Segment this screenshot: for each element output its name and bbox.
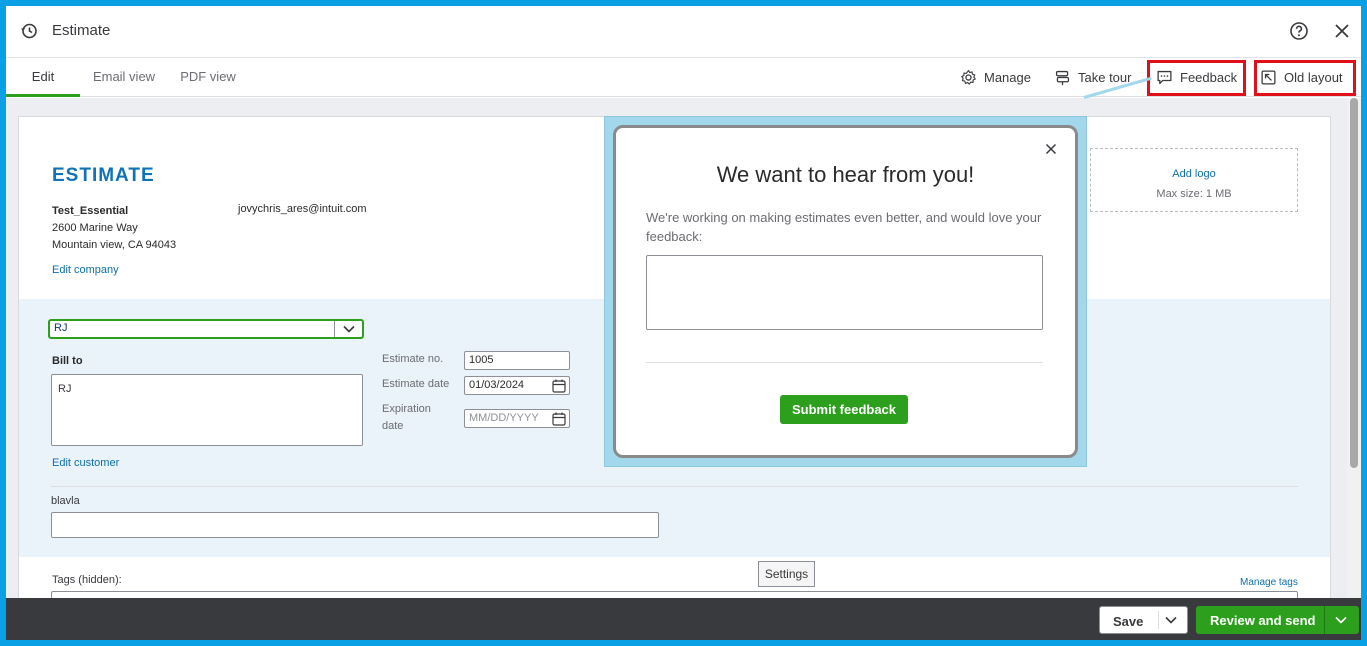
vertical-scrollbar[interactable] xyxy=(1347,98,1361,598)
estimate-no-input[interactable]: 1005 xyxy=(464,351,570,370)
tab-email-view[interactable]: Email view xyxy=(86,58,162,97)
tab-bar: Edit Email view PDF view Manage Take tou… xyxy=(6,58,1361,97)
close-icon[interactable] xyxy=(1045,143,1057,155)
save-label: Save xyxy=(1113,614,1144,629)
calendar-icon[interactable] xyxy=(552,379,566,393)
scrollbar-thumb[interactable] xyxy=(1350,98,1358,468)
company-address-line2: Mountain view, CA 94043 xyxy=(52,239,177,251)
take-tour-button[interactable]: Take tour xyxy=(1054,58,1131,97)
tab-edit[interactable]: Edit xyxy=(6,58,80,97)
company-address-line1: 2600 Marine Way xyxy=(52,222,138,234)
popover-divider xyxy=(646,362,1043,363)
company-email: jovychris_ares@intuit.com xyxy=(238,203,367,215)
signpost-icon xyxy=(1055,70,1070,86)
calendar-icon[interactable] xyxy=(552,412,566,426)
estimate-window: Estimate Edit Email view PDF view Manage xyxy=(6,6,1361,640)
submit-feedback-button[interactable]: Submit feedback xyxy=(780,395,908,424)
estimate-no-label: Estimate no. xyxy=(382,353,444,365)
feedback-highlight-box xyxy=(1147,60,1246,96)
tab-pdf-view[interactable]: PDF view xyxy=(176,58,240,97)
add-logo-box[interactable]: Add logo Max size: 1 MB xyxy=(1090,148,1298,212)
custom-field-input[interactable] xyxy=(51,512,659,538)
select-divider xyxy=(334,321,335,337)
chevron-down-icon[interactable] xyxy=(342,323,356,335)
settings-tooltip: Settings xyxy=(758,561,815,587)
footer-bar: Save Review and send xyxy=(6,598,1361,640)
expiration-label-line2: date xyxy=(382,420,404,432)
manage-label: Manage xyxy=(984,70,1031,85)
history-icon[interactable] xyxy=(20,22,38,40)
company-info: Test_Essential 2600 Marine Way Mountain … xyxy=(52,203,176,254)
customer-select-value: RJ xyxy=(54,322,68,334)
old-layout-highlight-box xyxy=(1254,60,1356,96)
popover-title: We want to hear from you! xyxy=(716,162,975,187)
feedback-popover-frame: We want to hear from you! We're working … xyxy=(604,116,1087,467)
manage-tags-link[interactable]: Manage tags xyxy=(1240,577,1298,588)
title-bar: Estimate xyxy=(6,6,1361,58)
feedback-textarea[interactable] xyxy=(646,255,1043,330)
estimate-date-value: 01/03/2024 xyxy=(469,379,525,391)
logo-max-size: Max size: 1 MB xyxy=(1156,188,1232,200)
edit-customer-link[interactable]: Edit customer xyxy=(52,457,119,469)
bill-to-label: Bill to xyxy=(52,355,83,367)
help-icon[interactable] xyxy=(1289,21,1309,41)
expiration-date-label: Expiration date xyxy=(382,401,431,435)
expiration-date-placeholder: MM/DD/YYYY xyxy=(469,412,539,424)
send-divider xyxy=(1324,606,1325,634)
section-divider xyxy=(51,486,1298,487)
close-icon[interactable] xyxy=(1333,22,1351,40)
gear-icon xyxy=(961,69,976,85)
add-logo-link[interactable]: Add logo xyxy=(1091,168,1297,180)
estimate-heading: ESTIMATE xyxy=(52,165,155,186)
tags-label: Tags (hidden): xyxy=(52,574,122,586)
estimate-date-label: Estimate date xyxy=(382,378,450,390)
save-divider xyxy=(1158,611,1159,629)
manage-button[interactable]: Manage xyxy=(960,58,1031,97)
page-title: Estimate xyxy=(52,22,111,39)
popover-description: We're working on making estimates even b… xyxy=(646,210,1042,244)
review-and-send-button[interactable]: Review and send xyxy=(1196,606,1359,634)
review-and-send-label: Review and send xyxy=(1210,613,1316,628)
feedback-popover: We want to hear from you! We're working … xyxy=(613,125,1078,458)
customer-select[interactable]: RJ xyxy=(48,319,364,339)
custom-field-label: blavla xyxy=(51,495,80,507)
bill-to-textarea[interactable]: RJ xyxy=(51,374,363,446)
chevron-down-icon[interactable] xyxy=(1334,615,1348,625)
company-name: Test_Essential xyxy=(52,205,129,217)
edit-company-link[interactable]: Edit company xyxy=(52,264,119,276)
expiration-label-line1: Expiration xyxy=(382,403,431,415)
chevron-down-icon[interactable] xyxy=(1164,615,1178,625)
save-button[interactable]: Save xyxy=(1099,606,1188,634)
